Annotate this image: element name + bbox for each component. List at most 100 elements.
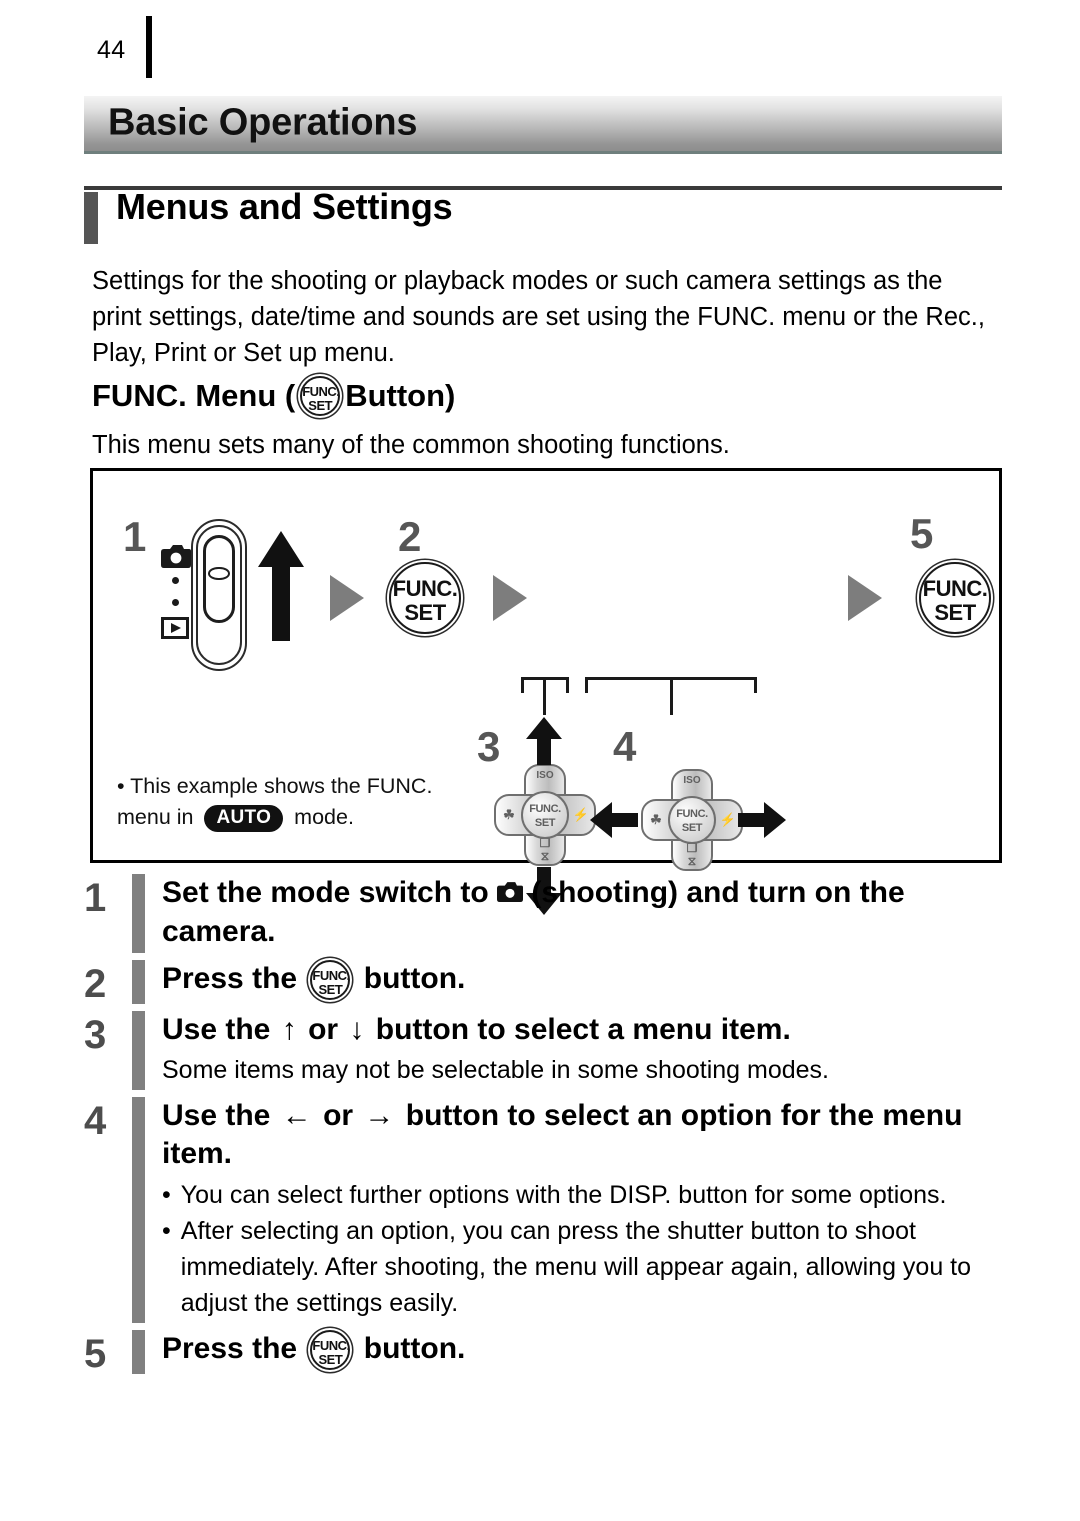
mode-switch-up-arrow-icon	[257, 531, 305, 648]
dpad4-timer-icon: ⧖	[687, 854, 697, 868]
instruction-step-4-bullet-1-text: You can select further options with the …	[180, 1181, 947, 1210]
instruction-step-4-bar	[132, 1097, 145, 1324]
dpad3-up-arrow-icon	[525, 717, 563, 770]
instruction-step-3-number: 3	[84, 1013, 107, 1058]
instruction-step-4-title: Use the ← or → button to select an optio…	[162, 1097, 1002, 1173]
dpad4-macro-icon: ☘	[650, 812, 662, 827]
diagram-note-text-2b: mode.	[294, 805, 354, 829]
subsection-title-prefix: FUNC. Menu (	[92, 378, 296, 413]
instruction-step-3-note: Some items may not be selectable in some…	[162, 1056, 830, 1085]
dpad-controller-step3: ISO ☘ ⚡ ❐ ⧖ FUNC. SET	[493, 763, 597, 867]
instruction-step-4-bullet-2: • After selecting an option, you can pre…	[162, 1213, 1002, 1321]
subsection-title-suffix: Button)	[345, 378, 456, 413]
page-header: 44	[0, 8, 1080, 80]
funcset-step2-top-label: FUNC.	[312, 968, 350, 984]
left-arrow-4-svg	[590, 802, 638, 838]
bullet-dot-2: •	[162, 1217, 171, 1246]
page-number: 44	[97, 36, 126, 64]
intro-paragraph: Settings for the shooting or playback mo…	[92, 267, 985, 367]
dpad4-left-arrow-icon	[590, 801, 638, 844]
funcset-step5-top-label: FUNC.	[312, 1338, 350, 1354]
dpad3-hub-bottom-label: SET	[534, 817, 556, 829]
funcset-button-icon: FUNC. SET	[300, 376, 341, 416]
diagram-step-number-4: 4	[613, 723, 637, 770]
auto-mode-badge: AUTO	[204, 804, 284, 833]
flow-arrow-2	[493, 575, 527, 621]
bracket-4-stem	[670, 677, 673, 715]
bracket-3-right-leg	[566, 677, 569, 693]
instruction-step-2-title: Press the FUNC. SET button.	[162, 960, 1002, 1001]
diagram-note-text-2a: menu in	[117, 805, 194, 829]
instruction-step-3-body: Use the ↑ or ↓ button to select a menu i…	[162, 1011, 1002, 1090]
instruction-step-2-number: 2	[84, 962, 107, 1007]
mode-switch-dot-1	[172, 577, 179, 584]
func-menu-flow-diagram: 1 2 FUNC. SET 5 FUNC. SET 3 ISO ☘ ⚡ ❐ ⧖ …	[90, 468, 1002, 915]
instruction-step-1-title: Set the mode switch to (shooting) and tu…	[162, 874, 1002, 951]
left-arrow-glyph-step4: ←	[281, 1099, 312, 1133]
diagram-note-text-1: This example shows the FUNC.	[130, 774, 433, 798]
instruction-steps-list: 1 Set the mode switch to (shooting) and …	[84, 874, 1002, 1377]
mode-switch-illustration	[161, 519, 304, 679]
chapter-title: Basic Operations	[108, 101, 418, 144]
instruction-step-3-title: Use the ↑ or ↓ button to select a menu i…	[162, 1011, 1002, 1049]
instruction-step-4-text-a: Use the	[162, 1099, 271, 1133]
instruction-step-5-bar	[132, 1330, 145, 1375]
flow-arrow-1	[330, 575, 364, 621]
instruction-step-2-text-b: button.	[363, 962, 466, 996]
diagram-funcset-button-step5: FUNC. SET	[919, 562, 991, 634]
bullet-dot-1: •	[162, 1181, 171, 1210]
instruction-step-3-bar	[132, 1011, 145, 1091]
diagram-note-bullet: •	[117, 774, 125, 798]
instruction-step-4: 4 Use the ← or → button to select an opt…	[84, 1097, 1002, 1324]
up-arrow-glyph-step3: ↑	[281, 1013, 297, 1047]
instruction-step-4-body: Use the ← or → button to select an optio…	[162, 1097, 1002, 1323]
instruction-step-2-body: Press the FUNC. SET button.	[162, 960, 1002, 1002]
diagram-step-number-3: 3	[477, 723, 501, 770]
instruction-step-2-bar	[132, 960, 145, 1005]
camera-icon-inline-svg	[497, 882, 524, 903]
section-title: Menus and Settings	[116, 186, 453, 227]
instruction-step-1-bar	[132, 874, 145, 954]
diagram-funcset-button-step2: FUNC. SET	[389, 562, 461, 634]
instruction-step-5-text-b: button.	[363, 1332, 466, 1366]
dpad4-iso-label: ISO	[683, 775, 701, 786]
dpad4-funcset-hub: FUNC. SET	[668, 796, 716, 844]
dpad3-funcset-hub: FUNC. SET	[521, 791, 569, 839]
diagram-funcset2-top-label: FUNC.	[392, 576, 458, 601]
playback-mode-icon	[161, 617, 189, 639]
step-gap-2	[84, 1004, 1002, 1011]
dpad4-hub-bottom-label: SET	[681, 822, 703, 834]
instruction-step-4-bullet-2-text: After selecting an option, you can press…	[180, 1217, 972, 1318]
dpad3-timer-icon: ⧖	[540, 849, 550, 863]
funcset-icon-bottom-label: SET	[308, 398, 333, 413]
instruction-step-2-text-a: Press the	[162, 962, 298, 996]
funcset-step5-bottom-label: SET	[318, 1352, 343, 1368]
dpad3-macro-icon: ☘	[503, 807, 515, 822]
funcset-button-icon-step2: FUNC. SET	[310, 960, 351, 1001]
bracket-4-right-leg	[754, 677, 757, 693]
instruction-step-1-body: Set the mode switch to (shooting) and tu…	[162, 874, 1002, 953]
instruction-step-4-bullets: • You can select further options with th…	[162, 1173, 1002, 1321]
dpad4-flash-icon: ⚡	[719, 812, 737, 827]
funcset-step2-bottom-label: SET	[318, 982, 343, 998]
step-gap-3	[84, 1090, 1002, 1097]
dpad3-iso-label: ISO	[536, 770, 554, 781]
diagram-funcset5-top-label: FUNC.	[922, 576, 988, 601]
instruction-step-1-text-a: Set the mode switch to	[162, 876, 489, 909]
funcset-button-icon-step5: FUNC. SET	[310, 1330, 351, 1371]
diagram-funcset2-bottom-label: SET	[404, 600, 446, 625]
bracket-4-left-leg	[585, 677, 588, 693]
step-gap-4	[84, 1323, 1002, 1330]
bracket-3-stem	[543, 677, 546, 715]
instruction-step-5-number: 5	[84, 1332, 107, 1377]
page-number-rule	[146, 16, 152, 78]
instruction-step-4-number: 4	[84, 1099, 107, 1144]
diagram-note-line-2: menu in AUTO mode.	[117, 802, 432, 833]
instruction-step-5-text-a: Press the	[162, 1332, 298, 1366]
instruction-step-4-bullet-1: • You can select further options with th…	[162, 1177, 1002, 1213]
diagram-note-line-1: • This example shows the FUNC.	[117, 771, 432, 802]
instruction-step-2: 2 Press the FUNC. SET button.	[84, 960, 1002, 1007]
mode-switch-dot-2	[172, 599, 179, 606]
flow-arrow-3	[848, 575, 882, 621]
dpad4-right-arrow-icon	[738, 801, 786, 844]
